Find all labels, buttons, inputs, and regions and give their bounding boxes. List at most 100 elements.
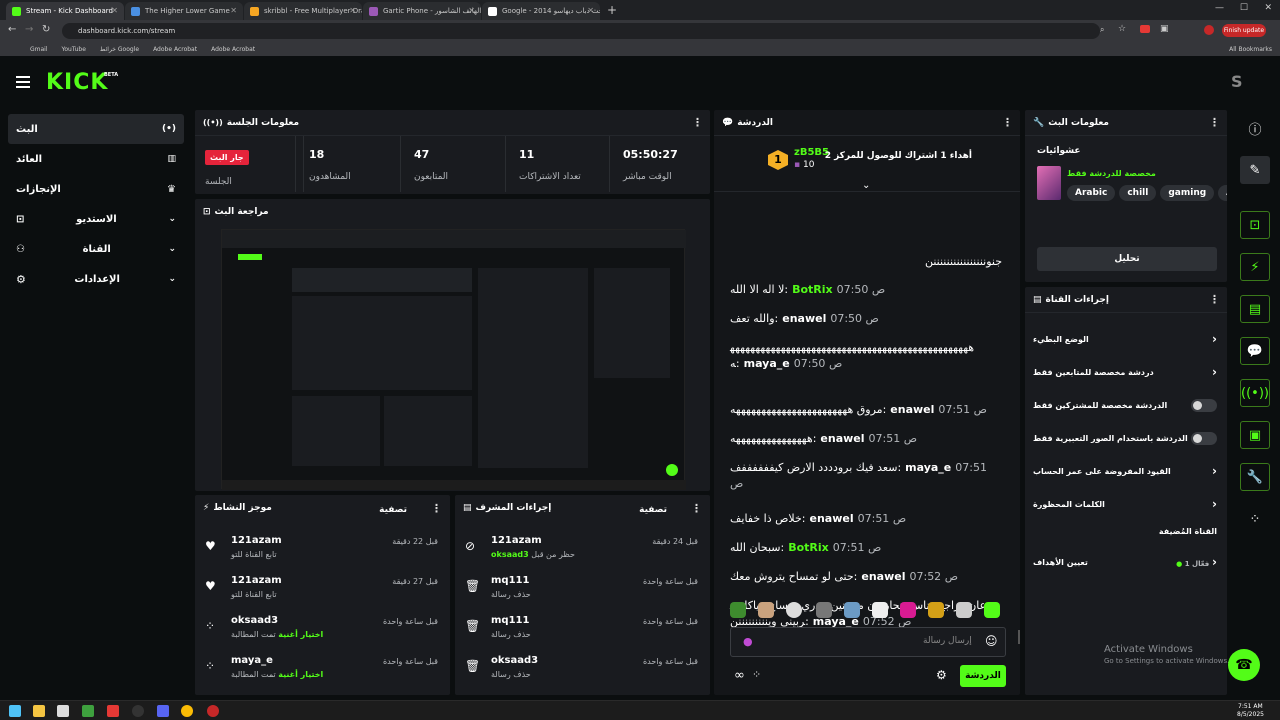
chat-username[interactable]: enawel <box>810 512 854 525</box>
mod-action-username[interactable]: 121azam <box>491 535 542 546</box>
chrome-icon[interactable] <box>181 705 193 717</box>
tag-chip[interactable]: gaming <box>1160 185 1215 201</box>
infinity-icon[interactable]: ∞ <box>734 668 745 683</box>
mod-action-moderator[interactable]: oksaad3 <box>491 550 529 559</box>
mod-action-username[interactable]: mq111 <box>491 575 529 586</box>
tag-chip[interactable]: AF <box>1218 185 1227 201</box>
subscribers-only-toggle[interactable] <box>1191 398 1217 412</box>
browser-tab[interactable]: The Higher Lower Game ✕ <box>125 2 243 20</box>
close-tab-icon[interactable]: ✕ <box>349 6 356 15</box>
extensions-puzzle-icon[interactable]: ▣ <box>1160 24 1169 34</box>
kick-logo[interactable]: KICK <box>46 70 108 95</box>
bookmark-item[interactable]: YouTube <box>62 46 86 53</box>
edit-icon[interactable]: ✎ <box>1240 156 1270 184</box>
reload-icon[interactable]: ↻ <box>42 24 50 35</box>
browser-tab[interactable]: Google - بحث دباب ديهاسو 2014 ✕ <box>482 2 600 20</box>
emote-only-toggle[interactable] <box>1191 431 1217 445</box>
bookmark-item[interactable]: خرائط Google <box>100 46 139 53</box>
store-icon[interactable] <box>57 705 69 717</box>
emote-icon[interactable] <box>786 602 802 618</box>
window-maximize-icon[interactable]: ☐ <box>1240 3 1248 13</box>
more-options-icon[interactable]: ⋮ <box>692 116 703 129</box>
file-explorer-icon[interactable] <box>33 705 45 717</box>
discord-icon[interactable] <box>157 705 169 717</box>
more-options-icon[interactable]: ⋮ <box>691 502 703 515</box>
chat-username[interactable]: BotRix <box>792 283 833 296</box>
lightning-icon[interactable]: ⚡ <box>1240 253 1270 281</box>
mod-action-username[interactable]: mq111 <box>491 615 529 626</box>
chat-username[interactable]: enawel <box>890 403 934 416</box>
help-chat-button[interactable]: ☎ <box>1228 649 1260 681</box>
chat-bubble-icon[interactable]: 💬 <box>1240 337 1270 365</box>
mod-action-username[interactable]: oksaad3 <box>491 655 538 666</box>
setting-account-age[interactable]: القيود المفروضة على عمر الحساب › <box>1033 459 1217 483</box>
activity-username[interactable]: 121azam <box>231 575 282 586</box>
bookmark-item[interactable]: Adobe Acrobat <box>211 46 255 53</box>
new-tab-icon[interactable]: + <box>607 3 617 17</box>
emote-icon[interactable] <box>984 602 1000 618</box>
all-bookmarks[interactable]: All Bookmarks <box>1229 46 1272 53</box>
bookmark-star-icon[interactable]: ☆ <box>1118 24 1126 34</box>
tag-chip[interactable]: Arabic <box>1067 185 1116 201</box>
sidebar-item-stream[interactable]: البث (•) <box>8 114 184 144</box>
sidebar-item-achievements[interactable]: الإنجازات ♛ <box>8 174 184 204</box>
emoji-icon[interactable]: ☺ <box>985 634 998 648</box>
studio-icon[interactable]: ⊡ <box>1240 211 1270 239</box>
chat-username[interactable]: maya_e <box>744 357 790 370</box>
sidebar-item-settings[interactable]: ⚙ الإعدادات ⌄ <box>8 264 184 294</box>
emote-icon[interactable] <box>844 602 860 618</box>
emote-icon[interactable] <box>758 602 774 618</box>
mic-icon[interactable]: ● <box>743 635 753 648</box>
user-avatar[interactable]: S <box>1231 72 1243 91</box>
forward-icon[interactable]: → <box>25 24 33 35</box>
extension-icon[interactable] <box>1140 25 1150 33</box>
filter-button[interactable]: تصفية <box>379 505 407 515</box>
window-minimize-icon[interactable]: — <box>1215 3 1224 13</box>
browser-tab[interactable]: Gartic Phone - الهاتف الشاسور ✕ <box>363 2 481 20</box>
finish-update-button[interactable]: Finish update <box>1222 24 1266 37</box>
chat-username[interactable]: enawel <box>820 432 864 445</box>
browser-tab[interactable]: Stream - Kick Dashboard ✕ <box>6 2 124 20</box>
send-chat-button[interactable]: الدردشة <box>960 665 1006 687</box>
close-tab-icon[interactable]: ✕ <box>587 6 594 15</box>
more-options-icon[interactable]: ⋮ <box>1209 293 1220 306</box>
document-icon[interactable]: ▤ <box>1240 295 1270 323</box>
dots-icon[interactable]: ⁘ <box>752 668 761 681</box>
activity-username[interactable]: 121azam <box>231 535 282 546</box>
category-thumbnail[interactable] <box>1037 166 1061 200</box>
hamburger-menu-icon[interactable] <box>16 76 30 88</box>
setting-banned-words[interactable]: الكلمات المحظورة › <box>1033 492 1217 516</box>
tag-chip[interactable]: chill <box>1119 185 1157 201</box>
emote-icon[interactable] <box>816 602 832 618</box>
activity-username[interactable]: maya_e <box>231 655 273 666</box>
emote-icon[interactable] <box>900 602 916 618</box>
setting-slow-mode[interactable]: الوضع البطيء › <box>1033 327 1217 351</box>
more-options-icon[interactable]: ⋮ <box>1209 116 1220 129</box>
pinned-username[interactable]: zB5B5 <box>794 147 829 158</box>
chat-username[interactable]: BotRix <box>788 541 829 554</box>
dots-icon[interactable]: ⁘ <box>1240 505 1270 533</box>
chat-username[interactable]: enawel <box>782 312 826 325</box>
obs-icon[interactable] <box>132 705 144 717</box>
close-tab-icon[interactable]: ✕ <box>468 6 475 15</box>
emote-icon[interactable] <box>956 602 972 618</box>
info-icon[interactable]: ⓘ <box>1240 114 1270 142</box>
pinned-message[interactable]: 1 zB5B5 ▪ 10 أهداء 1 اشتراك للوصول للمرك… <box>714 136 1020 192</box>
edit-stream-button[interactable]: تحليل <box>1037 247 1217 271</box>
stream-preview-video[interactable] <box>221 229 686 490</box>
chat-username[interactable]: enawel <box>861 570 905 583</box>
sidebar-item-channel[interactable]: ⚇ القناة ⌄ <box>8 234 184 264</box>
chat-username[interactable]: maya_e <box>905 461 951 474</box>
close-tab-icon[interactable]: ✕ <box>111 6 118 15</box>
pinned-collapse-icon[interactable]: ⌄ <box>862 180 870 191</box>
zoom-icon[interactable]: ⌕ <box>1100 25 1104 35</box>
filter-button[interactable]: تصفية <box>639 505 667 515</box>
sidebar-item-studio[interactable]: ⊡ الاستديو ⌄ <box>8 204 184 234</box>
back-icon[interactable]: ← <box>8 24 16 35</box>
emote-icon[interactable] <box>872 602 888 618</box>
app-icon[interactable] <box>207 705 219 717</box>
setting-goals[interactable]: تعيين الأهداف ● فعّال 1 › <box>1033 550 1217 574</box>
emote-icon[interactable] <box>730 602 746 618</box>
windows-start-icon[interactable] <box>9 705 21 717</box>
profile-avatar[interactable] <box>1204 25 1214 35</box>
